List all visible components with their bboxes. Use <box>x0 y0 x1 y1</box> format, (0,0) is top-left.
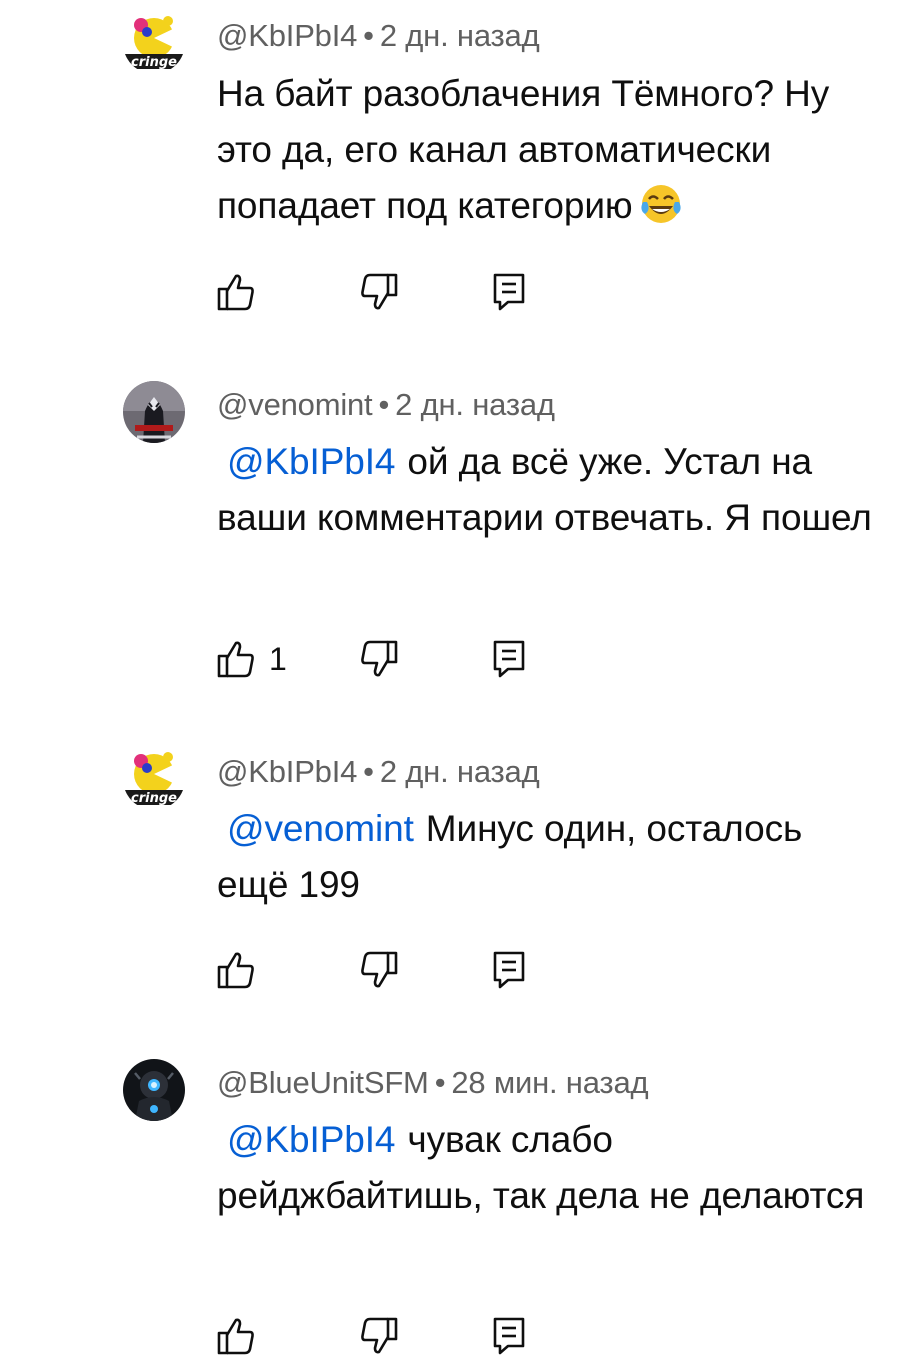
comment-time[interactable]: 2 дн. назад <box>380 754 540 789</box>
comment-time[interactable]: 28 мин. назад <box>451 1065 648 1100</box>
like-button[interactable]: 1 <box>217 639 287 679</box>
meta-separator: • <box>363 754 374 789</box>
reply-button[interactable] <box>492 950 526 990</box>
dislike-button[interactable] <box>360 639 398 679</box>
like-button[interactable] <box>217 272 269 312</box>
face-with-tears-of-joy-icon <box>639 182 683 226</box>
cringe-avatar-icon[interactable]: cringe <box>123 748 185 810</box>
thumbs-down-icon <box>361 273 398 310</box>
reply-comment-icon <box>493 951 525 989</box>
meta-separator: • <box>434 1065 446 1100</box>
mention-link[interactable]: @KbIPbI4 <box>227 1119 396 1160</box>
reply-comment-icon <box>493 1317 525 1355</box>
dislike-button[interactable] <box>360 272 398 312</box>
svg-text:cringe: cringe <box>131 55 177 70</box>
comment-actions <box>217 950 537 990</box>
svg-text:cringe: cringe <box>131 791 177 806</box>
comment-meta: @venomint • 2 дн. назад <box>217 387 555 423</box>
meta-separator: • <box>378 387 390 422</box>
comment-text-block: @KbIPbI4 ой да всё уже. Устал на ваши ком… <box>217 434 882 546</box>
comment-author[interactable]: @BlueUnitSFM <box>217 1065 429 1100</box>
thumbs-down-icon <box>361 640 398 677</box>
thumbs-up-icon <box>217 952 254 989</box>
venom-avatar-icon[interactable] <box>123 381 185 443</box>
comment-actions <box>217 272 537 312</box>
like-count: 1 <box>269 641 287 677</box>
dislike-button[interactable] <box>360 950 398 990</box>
reply-button[interactable] <box>492 272 526 312</box>
thumbs-down-icon <box>361 951 398 988</box>
comment-meta: @BlueUnitSFM • 28 мин. назад <box>217 1065 649 1101</box>
reply-button[interactable] <box>492 1316 526 1356</box>
comment-text: На байт разоблачения Тёмного? Ну это да,… <box>217 73 830 226</box>
comment-meta: @KbIPbI4 • 2 дн. назад <box>217 18 540 54</box>
mention-link[interactable]: @KbIPbI4 <box>227 441 396 482</box>
comment-text-block: @venomint Минус один, осталось ещё 199 <box>217 801 882 913</box>
comment-time[interactable]: 2 дн. назад <box>380 18 540 53</box>
cringe-avatar-icon[interactable]: cringe <box>123 12 185 74</box>
like-button[interactable] <box>217 1316 269 1356</box>
comment-author[interactable]: @KbIPbI4 <box>217 754 357 789</box>
comment-meta: @KbIPbI4 • 2 дн. назад <box>217 754 540 790</box>
dislike-button[interactable] <box>360 1316 398 1356</box>
reply-comment-icon <box>493 640 525 678</box>
robot-avatar-icon[interactable] <box>123 1059 185 1121</box>
comment-actions <box>217 1316 537 1356</box>
comment-text-block: @KbIPbI4 чувак слабо рейджбайтишь, так де… <box>217 1112 882 1224</box>
thumbs-up-icon <box>217 641 254 678</box>
comment-time[interactable]: 2 дн. назад <box>395 387 555 422</box>
meta-separator: • <box>363 18 374 53</box>
comment-author[interactable]: @venomint <box>217 387 373 422</box>
reply-button[interactable] <box>492 639 526 679</box>
comment-text-block: На байт разоблачения Тёмного? Ну это да,… <box>217 66 882 234</box>
thumbs-up-icon <box>217 274 254 311</box>
thumbs-up-icon <box>217 1318 254 1355</box>
comment-actions: 1 <box>217 639 537 679</box>
reply-comment-icon <box>493 273 525 311</box>
like-button[interactable] <box>217 950 269 990</box>
thumbs-down-icon <box>361 1317 398 1354</box>
comment-author[interactable]: @KbIPbI4 <box>217 18 357 53</box>
mention-link[interactable]: @venomint <box>227 808 414 849</box>
